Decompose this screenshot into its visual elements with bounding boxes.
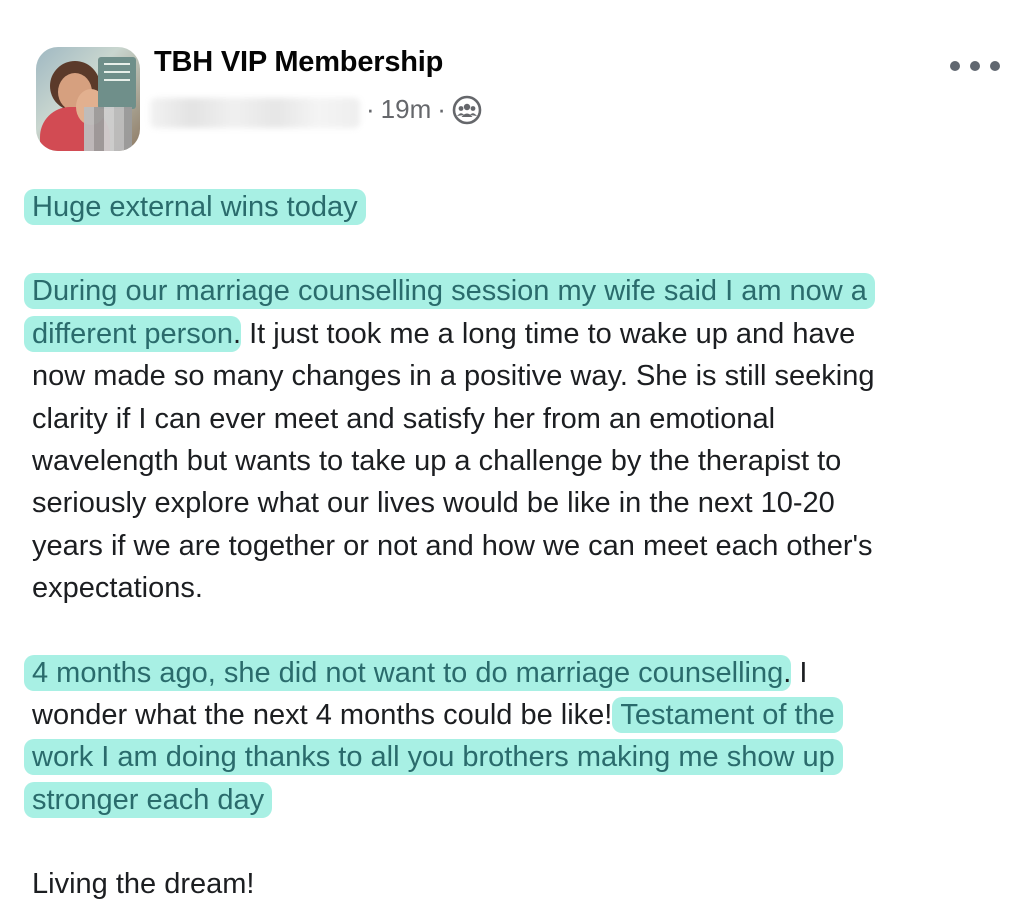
highlighted-text: work I am doing thanks to all you brothe… xyxy=(24,739,843,776)
highlighted-text: Huge external wins today xyxy=(24,189,366,225)
post-text: . I xyxy=(783,656,808,689)
highlighted-text: Testament of the xyxy=(612,697,843,734)
post-text: . It just took me a long time to wake up… xyxy=(233,317,856,350)
post-text: years if we are together or not and how … xyxy=(32,529,873,562)
avatar-card xyxy=(98,57,136,109)
author-name-redacted xyxy=(150,98,360,128)
post-header: TBH VIP Membership · 19m · xyxy=(0,0,1027,170)
post-text: seriously explore what our lives would b… xyxy=(32,487,835,520)
group-avatar[interactable] xyxy=(36,47,140,151)
post-paragraph-2: During our marriage counselling session … xyxy=(24,270,992,609)
post-paragraph-4: Living the dream! xyxy=(32,863,992,905)
post-text: Living the dream! xyxy=(32,868,255,901)
author-avatar-blurred xyxy=(84,107,132,151)
post-text: expectations. xyxy=(32,572,203,605)
post-text: clarity if I can ever meet and satisfy h… xyxy=(32,402,776,435)
meta-separator: · xyxy=(437,94,446,124)
highlighted-text: different person xyxy=(24,315,241,352)
group-name[interactable]: TBH VIP Membership xyxy=(154,46,443,79)
post-meta: · 19m · xyxy=(366,94,482,125)
post-text: wonder what the next 4 months could be l… xyxy=(32,699,621,732)
highlighted-text: stronger each day xyxy=(24,781,273,818)
post-body: Huge external wins today During our marr… xyxy=(24,186,992,906)
post-text: wavelength but wants to take up a challe… xyxy=(32,445,842,478)
meta-separator: · xyxy=(366,94,375,124)
highlighted-text: During our marriage counselling session … xyxy=(24,273,875,310)
more-options-icon[interactable] xyxy=(950,54,1000,78)
post-text: now made so many changes in a positive w… xyxy=(32,360,875,393)
group-icon xyxy=(452,95,482,124)
post-paragraph-1: Huge external wins today xyxy=(24,186,992,228)
highlighted-text: 4 months ago, she did not want to do mar… xyxy=(24,654,792,691)
post-time[interactable]: 19m xyxy=(381,94,432,125)
post-paragraph-3: 4 months ago, she did not want to do mar… xyxy=(24,652,992,822)
